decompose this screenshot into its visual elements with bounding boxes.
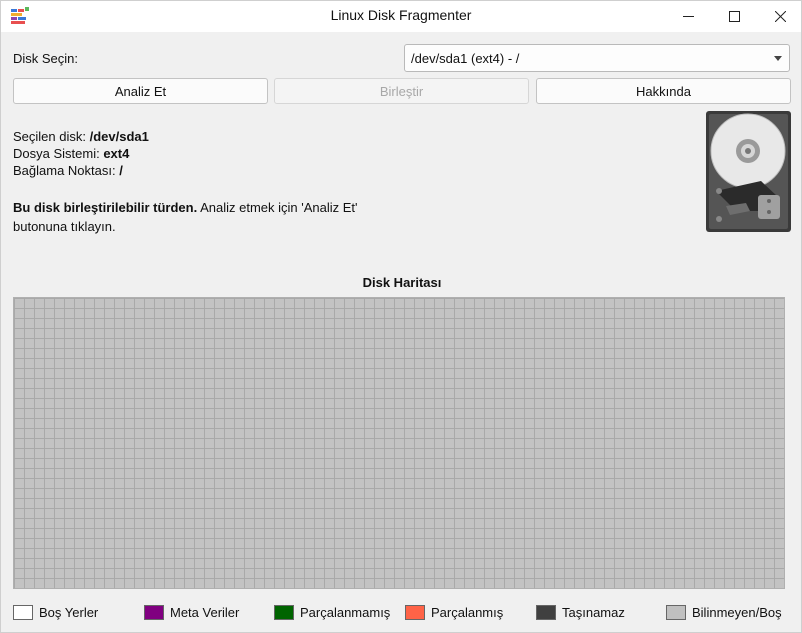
legend-swatch	[144, 605, 164, 620]
filesystem-label: Dosya Sistemi:	[13, 146, 100, 161]
legend-label: Bilinmeyen/Boş	[692, 605, 782, 620]
hard-disk-icon	[706, 111, 791, 232]
disk-select-value: /dev/sda1 (ext4) - /	[411, 51, 520, 66]
disk-map-title: Disk Haritası	[362, 275, 442, 290]
chevron-down-icon	[774, 56, 782, 61]
legend-fragmented: Parçalanmış	[405, 604, 503, 621]
legend-swatch	[13, 605, 33, 620]
filesystem-value: ext4	[103, 146, 130, 161]
legend-label: Boş Yerler	[39, 605, 99, 620]
minimize-button[interactable]	[665, 1, 711, 32]
selected-disk-line: Seçilen disk: /dev/sda1	[13, 128, 149, 145]
legend-label: Parçalanmış	[431, 605, 504, 620]
legend-unknown: Bilinmeyen/Boş	[666, 604, 782, 621]
mount-point-line: Bağlama Noktası: /	[13, 162, 149, 179]
legend-free-space: Boş Yerler	[13, 604, 98, 621]
status-message: Bu disk birleştirilebilir türden. Analiz…	[13, 198, 373, 236]
analyze-button[interactable]: Analiz Et	[13, 78, 268, 104]
legend-swatch	[536, 605, 556, 620]
selected-disk-label: Seçilen disk:	[13, 129, 86, 144]
legend-metadata: Meta Veriler	[144, 604, 239, 621]
mount-point-value: /	[119, 163, 123, 178]
legend-swatch	[274, 605, 294, 620]
about-button[interactable]: Hakkında	[536, 78, 791, 104]
filesystem-line: Dosya Sistemi: ext4	[13, 145, 149, 162]
selected-disk-value: /dev/sda1	[89, 129, 149, 144]
legend-swatch	[405, 605, 425, 620]
disk-select-combobox[interactable]: /dev/sda1 (ext4) - /	[404, 44, 790, 72]
legend-label: Taşınamaz	[562, 605, 625, 620]
status-message-bold: Bu disk birleştirilebilir türden.	[13, 200, 198, 215]
legend-unmovable: Taşınamaz	[536, 604, 625, 621]
maximize-icon	[728, 11, 740, 22]
legend-label: Meta Veriler	[170, 605, 240, 620]
legend-label: Parçalanmamış	[300, 605, 391, 620]
title-bar: Linux Disk Fragmenter	[1, 1, 801, 32]
minimize-icon	[682, 16, 694, 17]
disk-info: Seçilen disk: /dev/sda1 Dosya Sistemi: e…	[13, 128, 149, 179]
maximize-button[interactable]	[711, 1, 757, 32]
app-window: Linux Disk Fragmenter Disk Seçin: /dev/s…	[0, 0, 802, 633]
close-icon	[774, 11, 786, 22]
disk-map-grid	[13, 297, 785, 589]
close-button[interactable]	[757, 1, 802, 32]
defragment-button[interactable]: Birleştir	[274, 78, 529, 104]
legend-unfragmented: Parçalanmamış	[274, 604, 390, 621]
legend-swatch	[666, 605, 686, 620]
disk-select-label: Disk Seçin:	[13, 51, 79, 66]
mount-point-label: Bağlama Noktası:	[13, 163, 116, 178]
